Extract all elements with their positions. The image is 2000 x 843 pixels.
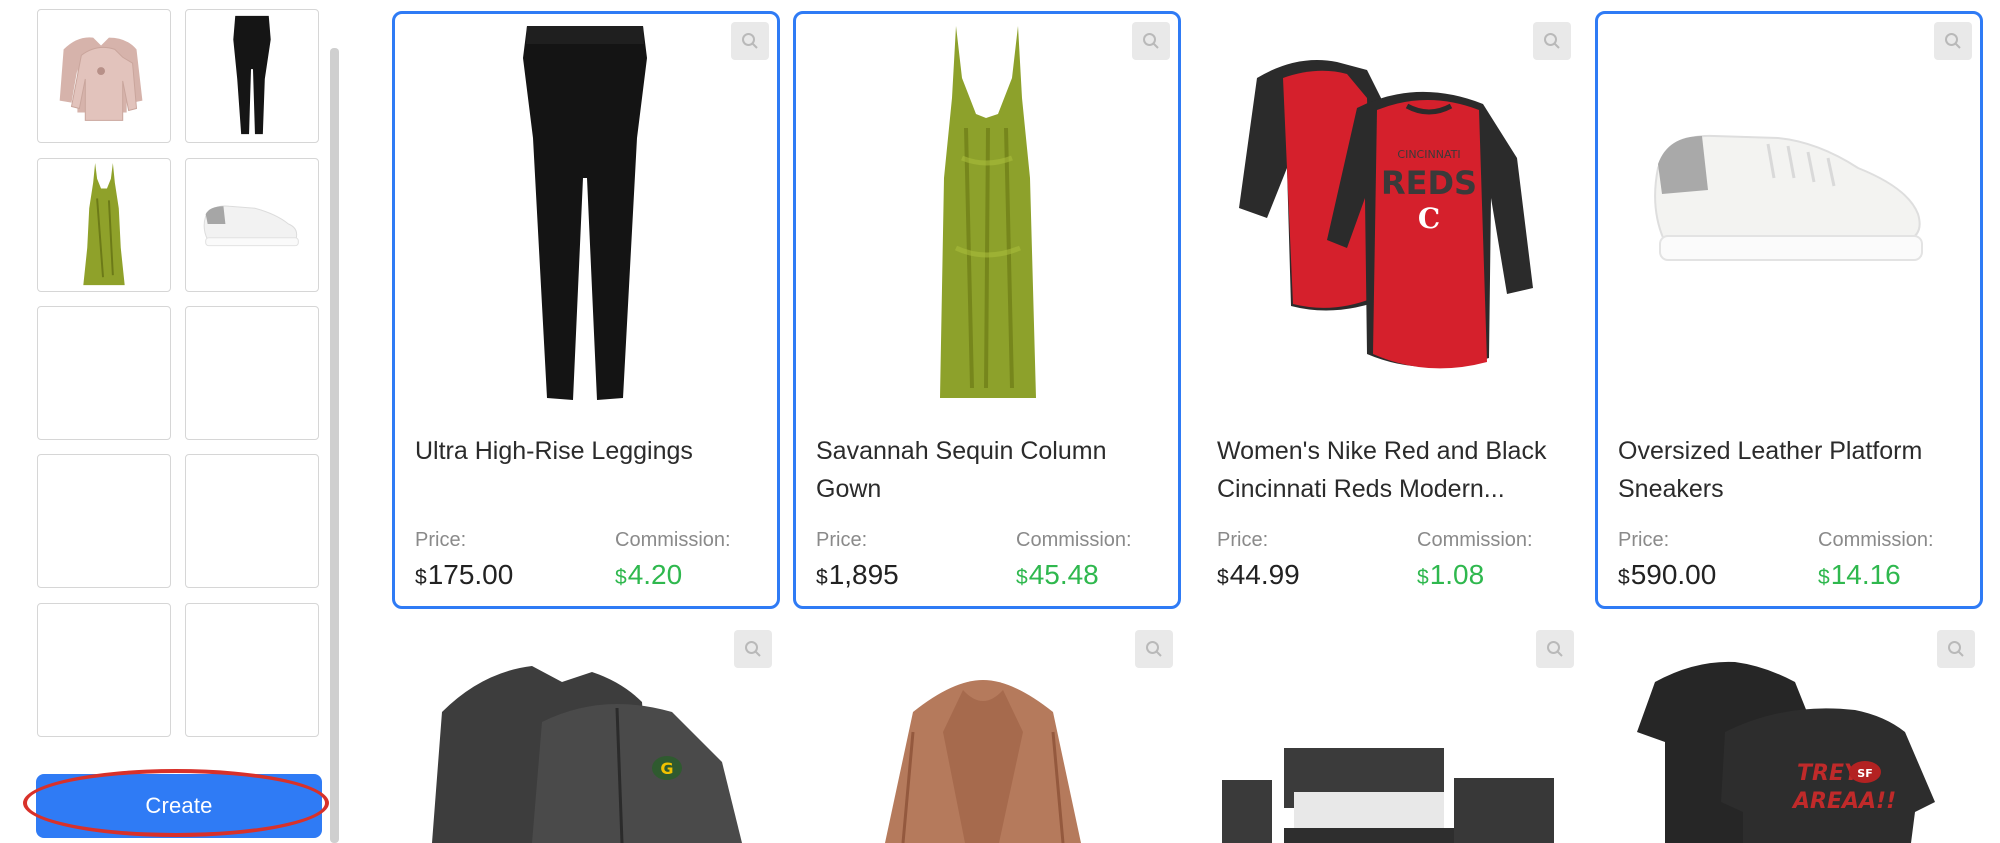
leggings-thumbnail — [233, 15, 271, 135]
price-label: Price: — [1217, 529, 1269, 551]
slot-10[interactable] — [185, 603, 319, 737]
svg-text:CINCINNATI: CINCINNATI — [1397, 148, 1460, 161]
commission-label: Commission: — [615, 529, 731, 551]
price-label: Price: — [415, 529, 467, 551]
svg-text:G: G — [660, 759, 673, 778]
svg-text:SF: SF — [1857, 767, 1872, 780]
zoom-icon — [1143, 33, 1159, 49]
product-card-gown[interactable]: Savannah Sequin Column Gown Price: Commi… — [793, 11, 1181, 609]
sneaker-thumbnail — [203, 205, 299, 247]
zoom-button[interactable] — [1533, 22, 1571, 60]
zoom-icon — [1945, 33, 1961, 49]
packers-jackets-image: G — [432, 666, 742, 843]
price-value: $1,895 — [816, 559, 899, 590]
commission-label: Commission: — [1417, 529, 1533, 551]
bedroom-set-image — [1222, 748, 1554, 843]
pink-shirt-thumbnail — [59, 37, 143, 121]
product-name: Ultra High-Rise Leggings — [415, 437, 693, 465]
commission-label: Commission: — [1016, 529, 1132, 551]
commission-value: $14.16 — [1818, 559, 1901, 590]
create-button[interactable]: Create — [36, 774, 322, 838]
svg-text:AREAA!!: AREAA!! — [1791, 789, 1896, 814]
price-label: Price: — [1618, 529, 1670, 551]
product-card-leggings[interactable]: Ultra High-Rise Leggings Price: Commissi… — [392, 11, 780, 609]
slot-1[interactable] — [37, 9, 171, 143]
sidebar-scrollbar-thumb[interactable] — [330, 48, 339, 843]
slot-9[interactable] — [37, 603, 171, 737]
zoom-button[interactable] — [1132, 22, 1170, 60]
zoom-button[interactable] — [1135, 630, 1173, 668]
leggings-image — [415, 18, 755, 408]
zoom-icon — [742, 33, 758, 49]
slot-4[interactable] — [185, 158, 319, 292]
commission-label: Commission: — [1818, 529, 1934, 551]
commission-value: $45.48 — [1016, 559, 1099, 590]
product-card-packers-jackets[interactable]: G — [392, 622, 780, 843]
price-value: $175.00 — [415, 559, 514, 590]
leather-jacket-image — [885, 680, 1081, 843]
slot-7[interactable] — [37, 454, 171, 588]
zoom-icon — [1547, 641, 1563, 657]
slot-5[interactable] — [37, 306, 171, 440]
svg-text:C: C — [1418, 202, 1440, 235]
slot-3[interactable] — [37, 158, 171, 292]
commission-value: $4.20 — [615, 559, 683, 590]
sneakers-image — [1618, 18, 1958, 408]
49ers-tees-image: TREY AREAA!! SF — [1637, 661, 1935, 843]
product-card-bedroom-set[interactable] — [1194, 622, 1582, 843]
gown-image — [816, 18, 1156, 408]
product-name: Oversized Leather Platform Sneakers — [1618, 437, 1923, 503]
zoom-button[interactable] — [731, 22, 769, 60]
zoom-button[interactable] — [1536, 630, 1574, 668]
product-card-reds-shirt[interactable]: CINCINNATI REDS C Women's Nike Red and B… — [1194, 11, 1582, 609]
product-name: Savannah Sequin Column Gown — [816, 437, 1107, 503]
slot-2[interactable] — [185, 9, 319, 143]
price-value: $44.99 — [1217, 559, 1300, 590]
zoom-button[interactable] — [1934, 22, 1972, 60]
product-card-sneakers[interactable]: Oversized Leather Platform Sneakers Pric… — [1595, 11, 1983, 609]
reds-shirt-image: CINCINNATI REDS C — [1217, 18, 1557, 408]
svg-text:REDS: REDS — [1381, 164, 1477, 202]
zoom-icon — [1544, 33, 1560, 49]
product-card-49ers-tees[interactable]: TREY AREAA!! SF — [1595, 622, 1983, 843]
price-value: $590.00 — [1618, 559, 1717, 590]
slot-8[interactable] — [185, 454, 319, 588]
sidebar: Create — [0, 0, 350, 843]
product-name: Women's Nike Red and Black Cincinnati Re… — [1217, 437, 1547, 503]
commission-value: $1.08 — [1417, 559, 1485, 590]
sequin-gown-thumbnail — [83, 162, 125, 286]
product-card-leather-jacket[interactable] — [793, 622, 1181, 843]
zoom-icon — [1146, 641, 1162, 657]
price-label: Price: — [816, 529, 868, 551]
slot-6[interactable] — [185, 306, 319, 440]
